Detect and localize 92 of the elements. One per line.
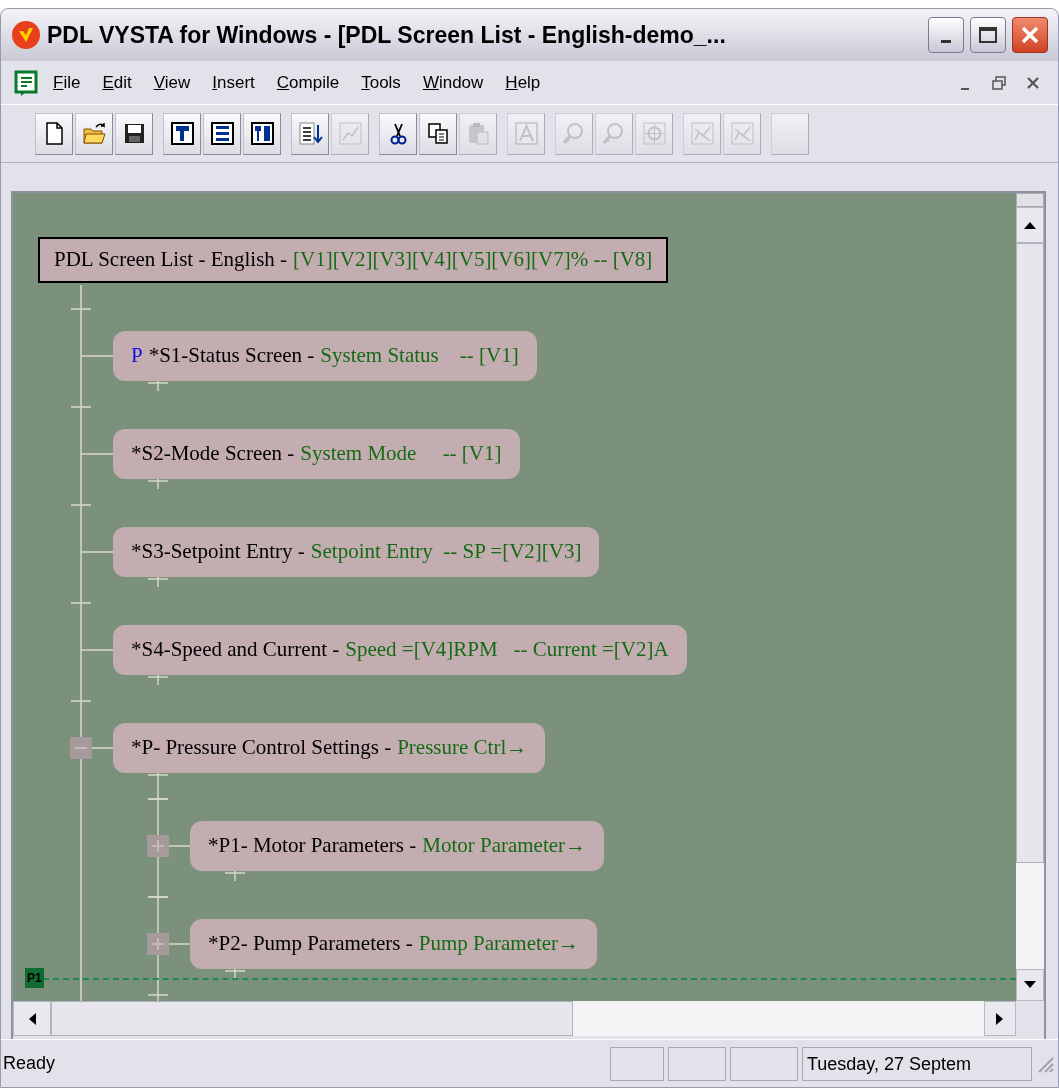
logo-icon [11,20,41,50]
restore-icon [992,75,1006,90]
connector-line [224,968,246,980]
sort-button[interactable] [291,112,329,155]
scrollbar-corner [1016,1001,1044,1036]
chart-icon [689,121,715,146]
connector-line [147,380,169,392]
copy-icon [425,121,451,146]
list-view-icon [209,121,235,146]
status-date: Tuesday, 27 Septem [802,1046,1032,1081]
node-caption: Speed =[V4]RPM -- Current =[V2]A [345,636,669,664]
screen-node[interactable]: *P2- Pump Parameters - Pump Parameter→ [190,919,598,969]
chart-icon [729,121,755,146]
document-icon [13,68,41,97]
zoom-fit-icon [641,121,667,146]
node-caption: Pump Parameter→ [418,930,580,958]
plus-icon [151,937,165,951]
node-title: *S4-Speed and Current - [131,636,340,664]
up-arrow-icon [1024,221,1036,229]
right-arrow-icon [996,1012,1004,1025]
copy-button[interactable] [419,112,457,155]
scissors-button[interactable] [379,112,417,155]
node-title: *P1- Motor Parameters - [208,832,417,860]
screen-node[interactable]: *P- Pressure Control Settings - Pressure Ctrl→ [113,723,546,773]
screen-node[interactable]: P *S1-Status Screen - System Status -- [V1] [113,331,537,381]
scroll-left-button[interactable] [13,1001,51,1036]
menu-item[interactable]: Insert [212,69,255,96]
node-title: *S1-Status Screen - [148,342,315,370]
graph-icon [337,121,363,146]
node-caption: System Status -- [V1] [320,342,519,370]
screen-node[interactable]: *S3-Setpoint Entry - Setpoint Entry -- SP =[V2][V3] [113,527,600,577]
connector-line [224,870,246,882]
status-pane [730,1046,798,1081]
node-caption: Motor Parameter→ [422,832,587,860]
scroll-right-button[interactable] [984,1001,1016,1036]
node-title: *P- Pressure Control Settings - [131,734,392,762]
menu-item[interactable]: Edit [102,69,132,96]
scroll-thumb[interactable] [51,1001,573,1036]
folder-icon [81,121,107,146]
tree-view-button[interactable] [163,112,201,155]
node-title: *S2-Mode Screen - [131,440,295,468]
connector-line [147,576,169,588]
window-title: PDL VYSTA for Windows - [PDL Screen List - English-demo_... [47,20,726,50]
minimize-button[interactable] [928,17,964,53]
screen-node[interactable]: *S2-Mode Screen - System Mode -- [V1] [113,429,520,479]
menu-item[interactable]: Window [422,69,484,96]
resize-grip-icon [1036,1054,1054,1073]
node-title: *S3-Setpoint Entry - [131,538,305,566]
status-pane [610,1046,664,1081]
maximize-button[interactable] [970,17,1006,53]
status-pane [668,1046,726,1081]
page-break-marker: P1 [25,968,44,988]
connector-line [147,674,169,686]
down-arrow-icon [1024,981,1036,989]
scroll-thumb[interactable] [1016,243,1044,863]
sort-icon [297,121,323,146]
menu-item[interactable]: File [53,69,81,96]
list-view-button[interactable] [203,112,241,155]
node-caption: Pressure Ctrl→ [397,734,528,762]
split-view-button[interactable] [243,112,281,155]
minimize-icon [941,40,951,43]
close-icon [1026,75,1040,90]
new-file-button[interactable] [35,112,73,155]
screen-node[interactable]: *S4-Speed and Current - Speed =[V4]RPM -- Current =[V2]A [113,625,687,675]
node-marker: P [131,342,143,370]
folder-button[interactable] [75,112,113,155]
scroll-down-button[interactable] [1016,969,1044,1001]
floppy-disk-button[interactable] [115,112,153,155]
screen-node[interactable]: PDL Screen List - English - [V1][V2][V3][V4][V5][V6][V7]% -- [V8] [38,237,669,283]
menu-item[interactable]: Help [505,69,541,96]
text-tool-icon [513,121,539,146]
maximize-icon [979,27,997,43]
node-caption: [V1][V2][V3][V4][V5][V6][V7]% -- [V8] [293,246,653,274]
left-arrow-icon [28,1012,36,1025]
minimize-icon [961,87,969,90]
menu-item[interactable]: Compile [276,69,340,96]
close-icon [1020,25,1040,45]
close-button[interactable] [1012,17,1048,53]
connector-line [147,478,169,490]
menu-item[interactable]: View [153,69,191,96]
node-title: PDL Screen List - English - [54,246,288,274]
node-caption: System Mode -- [V1] [300,440,502,468]
minus-icon [75,747,87,749]
scroll-up-button[interactable] [1016,207,1044,243]
menu-item[interactable]: Tools [361,69,401,96]
status-message: Ready [2,1052,57,1075]
tree-view-icon [169,121,195,146]
node-title: *P2- Pump Parameters - [208,930,413,958]
plus-icon [151,839,165,853]
split-view-icon [249,121,275,146]
screen-node[interactable]: *P1- Motor Parameters - Motor Parameter→ [190,821,605,871]
node-caption: Setpoint Entry -- SP =[V2][V3] [310,538,582,566]
